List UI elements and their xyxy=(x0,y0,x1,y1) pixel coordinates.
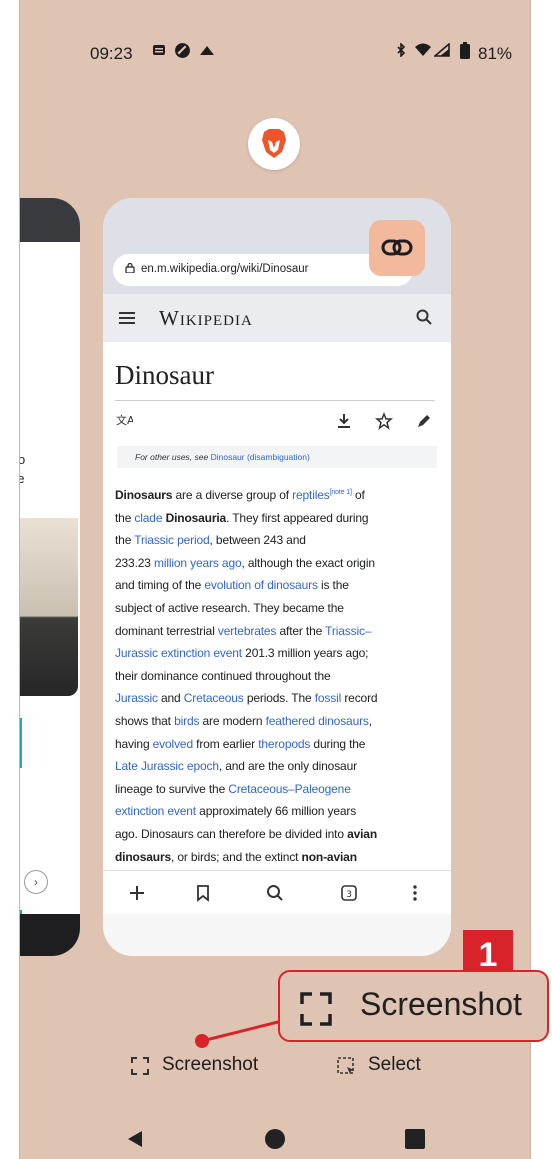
left-card-accent xyxy=(20,718,22,768)
language-icon[interactable]: 文A xyxy=(115,412,133,430)
edit-icon[interactable] xyxy=(415,412,433,430)
notification-icon xyxy=(153,45,165,55)
battery-icon xyxy=(460,42,470,59)
select-label: Select xyxy=(368,1054,421,1075)
brave-app-icon[interactable] xyxy=(248,118,300,170)
browser-toolbar: en.m.wikipedia.org/wiki/Dinosaur xyxy=(103,198,451,294)
more-icon[interactable] xyxy=(405,883,425,903)
page-actions: 文A xyxy=(115,408,435,434)
link-icon xyxy=(381,239,413,256)
left-card-image xyxy=(20,518,78,696)
article-content: Dinosaur 文A For other uses, see Dinosaur… xyxy=(103,342,451,870)
signal-icon xyxy=(434,43,450,57)
star-icon[interactable] xyxy=(375,412,393,430)
hatnote-link[interactable]: Dinosaur (disambiguation) xyxy=(211,452,310,462)
screenshot-callout: Screenshot xyxy=(278,970,549,1042)
browser-bottom-bar: 3 xyxy=(103,870,451,915)
search-icon[interactable] xyxy=(265,883,285,903)
dnd-icon xyxy=(175,43,190,58)
card-footer xyxy=(103,914,451,956)
left-card-toolbar xyxy=(20,198,80,242)
tabs-icon[interactable]: 3 xyxy=(339,883,359,903)
svg-text:文A: 文A xyxy=(116,413,133,427)
wikipedia-header: Wikipedia xyxy=(103,294,451,342)
wikipedia-logo[interactable]: Wikipedia xyxy=(159,306,253,331)
lock-icon xyxy=(125,263,135,273)
home-icon[interactable] xyxy=(264,1128,286,1150)
article-body: Dinosaurs are a diverse group of reptile… xyxy=(115,488,378,864)
copy-link-button[interactable] xyxy=(369,220,425,276)
brave-lion-icon xyxy=(262,129,286,158)
hatnote: For other uses, see Dinosaur (disambigua… xyxy=(117,446,437,468)
download-icon[interactable] xyxy=(335,412,353,430)
status-time: 09:23 xyxy=(90,44,133,63)
svg-text:3: 3 xyxy=(346,890,352,900)
divider xyxy=(115,400,435,401)
recent-app-card-browser[interactable]: en.m.wikipedia.org/wiki/Dinosaur Wikiped… xyxy=(103,198,451,956)
left-card-bottom-bar xyxy=(20,914,80,956)
bookmark-icon[interactable] xyxy=(193,883,213,903)
screenshot-icon xyxy=(300,992,332,1026)
left-card-text: o de xyxy=(20,450,25,488)
chevron-right-icon[interactable]: › xyxy=(24,870,48,894)
recent-app-card-left[interactable]: o de › xyxy=(20,198,80,956)
menu-icon[interactable] xyxy=(117,308,137,328)
search-icon[interactable] xyxy=(415,308,433,326)
cloud-icon xyxy=(200,46,214,55)
url-bar[interactable]: en.m.wikipedia.org/wiki/Dinosaur xyxy=(113,254,413,286)
status-bar: 09:23 81% xyxy=(20,40,530,70)
article-title: Dinosaur xyxy=(115,360,214,390)
back-icon[interactable] xyxy=(124,1128,146,1150)
callout-label: Screenshot xyxy=(360,986,522,1022)
url-text: en.m.wikipedia.org/wiki/Dinosaur xyxy=(141,263,309,275)
bluetooth-icon xyxy=(397,43,406,57)
battery-level: 81% xyxy=(478,44,513,63)
screenshot-label: Screenshot xyxy=(162,1054,259,1075)
screenshot-icon xyxy=(131,1057,149,1075)
select-icon xyxy=(337,1057,354,1074)
plus-icon[interactable] xyxy=(127,883,147,903)
recents-icon[interactable] xyxy=(404,1128,426,1150)
wifi-icon xyxy=(415,43,431,56)
